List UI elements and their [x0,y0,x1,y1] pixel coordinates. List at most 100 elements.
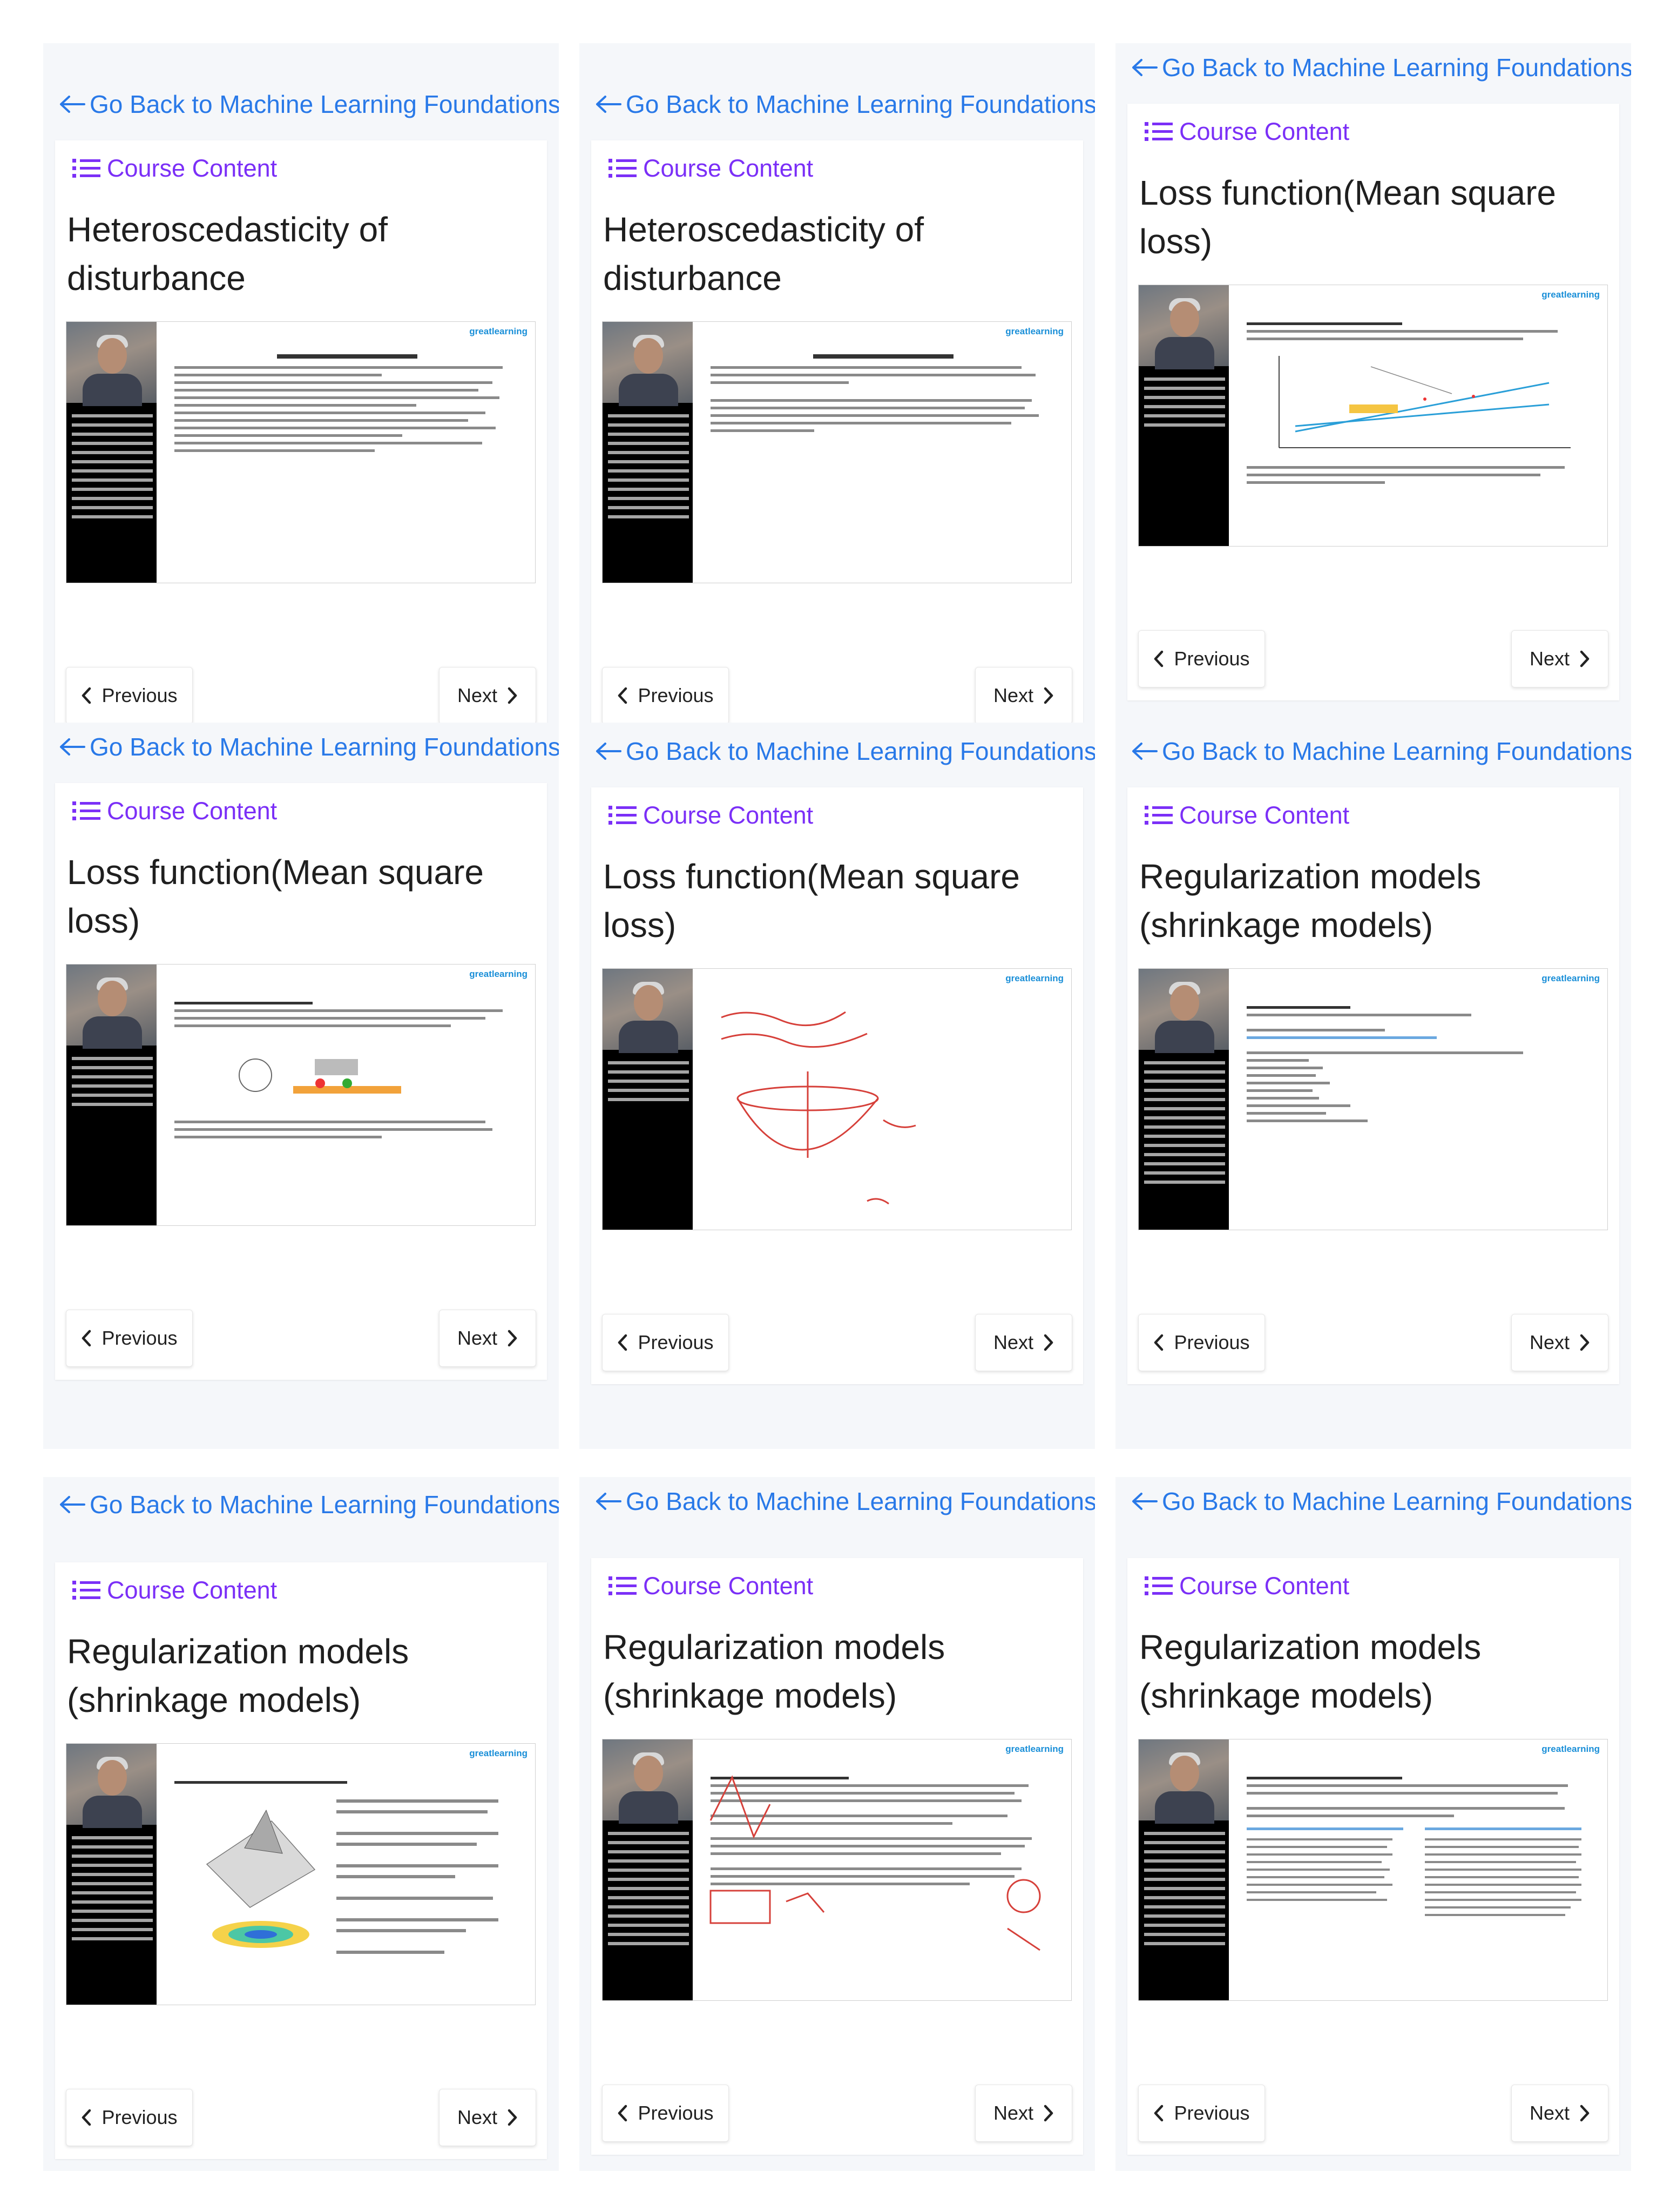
next-label: Next [993,684,1034,706]
arrow-left-icon [1131,58,1158,77]
previous-button[interactable]: Previous [1138,1314,1265,1371]
next-label: Next [993,1331,1034,1353]
back-link-label: Go Back to Machine Learning Foundations [626,90,1095,118]
next-button[interactable]: Next [1511,2085,1608,2142]
course-content-label: Course Content [107,797,278,825]
presenter-thumbnail [603,322,693,406]
video-sidebar [66,965,157,1225]
presenter-thumbnail [66,1744,157,1828]
course-content-button[interactable]: Course Content [71,1569,277,1612]
lesson-video[interactable]: greatlearning [66,321,536,583]
previous-label: Previous [638,684,714,706]
list-icon [71,1579,102,1602]
previous-label: Previous [1174,2102,1250,2124]
chevron-right-icon [1043,687,1054,704]
presenter-thumbnail [1139,285,1229,369]
back-to-course-link[interactable]: Go Back to Machine Learning Foundations [58,728,559,766]
video-brand-logo: greatlearning [1005,1744,1064,1754]
lesson-video[interactable]: greatlearning [66,1743,536,2005]
previous-button[interactable]: Previous [602,1314,729,1371]
lesson-video[interactable]: greatlearning [602,968,1072,1230]
arrow-left-icon [1131,1492,1158,1510]
lesson-video[interactable]: greatlearning [66,964,536,1226]
chevron-left-icon [1153,650,1164,667]
next-button[interactable]: Next [1511,1314,1608,1371]
next-label: Next [1529,648,1570,670]
lesson-video[interactable]: greatlearning [1138,1739,1608,2001]
lesson-panel-6: Go Back to Machine Learning Foundations … [1115,723,1631,1449]
previous-button[interactable]: Previous [1138,630,1265,687]
course-content-button[interactable]: Course Content [607,147,813,190]
back-to-course-link[interactable]: Go Back to Machine Learning Foundations [594,85,1095,123]
course-content-button[interactable]: Course Content [1144,110,1349,153]
next-button[interactable]: Next [439,1310,536,1367]
course-content-button[interactable]: Course Content [1144,1564,1349,1608]
lesson-panel-8: Go Back to Machine Learning Foundations … [579,1477,1095,2171]
lesson-panel-1: Go Back to Machine Learning Foundations … [43,43,559,737]
video-sidebar [1139,1739,1229,2000]
previous-label: Previous [1174,648,1250,670]
presenter-thumbnail [603,969,693,1053]
presenter-thumbnail [1139,1739,1229,1824]
video-slide [174,997,520,1143]
course-content-button[interactable]: Course Content [1144,794,1349,837]
lesson-card: Course Content Regularization models (sh… [1127,1558,1619,2155]
previous-button[interactable]: Previous [66,1310,193,1367]
presenter-thumbnail [66,965,157,1049]
video-brand-logo: greatlearning [1005,973,1064,983]
back-link-label: Go Back to Machine Learning Foundations [1162,53,1631,82]
chevron-right-icon [507,2109,518,2126]
list-icon [607,157,638,180]
arrow-left-icon [594,95,621,113]
video-slide [711,354,1056,437]
previous-button[interactable]: Previous [1138,2085,1265,2142]
lesson-video[interactable]: greatlearning [602,1739,1072,2001]
video-sidebar [66,1744,157,2005]
back-to-course-link[interactable]: Go Back to Machine Learning Foundations [1131,1482,1631,1520]
back-to-course-link[interactable]: Go Back to Machine Learning Foundations [1131,49,1631,86]
next-button[interactable]: Next [1511,630,1608,687]
previous-button[interactable]: Previous [66,2089,193,2146]
course-content-button[interactable]: Course Content [71,147,277,190]
previous-button[interactable]: Previous [602,667,729,724]
chevron-right-icon [1579,650,1590,667]
chevron-left-icon [617,2105,628,2122]
back-to-course-link[interactable]: Go Back to Machine Learning Foundations [594,732,1095,770]
chevron-left-icon [81,1330,92,1347]
presenter-thumbnail [66,322,157,406]
next-button[interactable]: Next [439,2089,536,2146]
next-button[interactable]: Next [975,667,1072,724]
course-content-button[interactable]: Course Content [607,794,813,837]
previous-button[interactable]: Previous [66,667,193,724]
lesson-title: Loss function(Mean square loss) [67,853,484,940]
back-to-course-link[interactable]: Go Back to Machine Learning Foundations [58,1486,559,1523]
chevron-right-icon [507,1330,518,1347]
previous-button[interactable]: Previous [602,2085,729,2142]
coefficient-tables [1247,1827,1581,1916]
back-to-course-link[interactable]: Go Back to Machine Learning Foundations [594,1482,1095,1520]
lesson-panel-2: Go Back to Machine Learning Foundations … [579,43,1095,737]
course-content-label: Course Content [1179,801,1350,829]
video-brand-logo: greatlearning [469,1748,528,1758]
lesson-video[interactable]: greatlearning [602,321,1072,583]
list-icon [71,157,102,180]
lesson-video[interactable]: greatlearning [1138,285,1608,547]
lesson-card: Course Content Regularization models (sh… [55,1562,547,2159]
video-sidebar [603,1739,693,2000]
chevron-right-icon [1043,2105,1054,2122]
next-button[interactable]: Next [439,667,536,724]
course-content-label: Course Content [1179,118,1350,145]
back-to-course-link[interactable]: Go Back to Machine Learning Foundations [1131,732,1631,770]
video-brand-logo: greatlearning [469,969,528,979]
course-content-button[interactable]: Course Content [71,790,277,833]
course-content-button[interactable]: Course Content [607,1564,813,1608]
lesson-video[interactable]: greatlearning [1138,968,1608,1230]
presenter-thumbnail [1139,969,1229,1053]
lesson-panel-4: Go Back to Machine Learning Foundations … [43,723,559,1449]
next-button[interactable]: Next [975,2085,1072,2142]
back-link-label: Go Back to Machine Learning Foundations [90,1491,559,1519]
arrow-left-icon [58,1495,85,1514]
next-button[interactable]: Next [975,1314,1072,1371]
back-to-course-link[interactable]: Go Back to Machine Learning Foundations [58,85,559,123]
arrow-left-icon [58,95,85,113]
